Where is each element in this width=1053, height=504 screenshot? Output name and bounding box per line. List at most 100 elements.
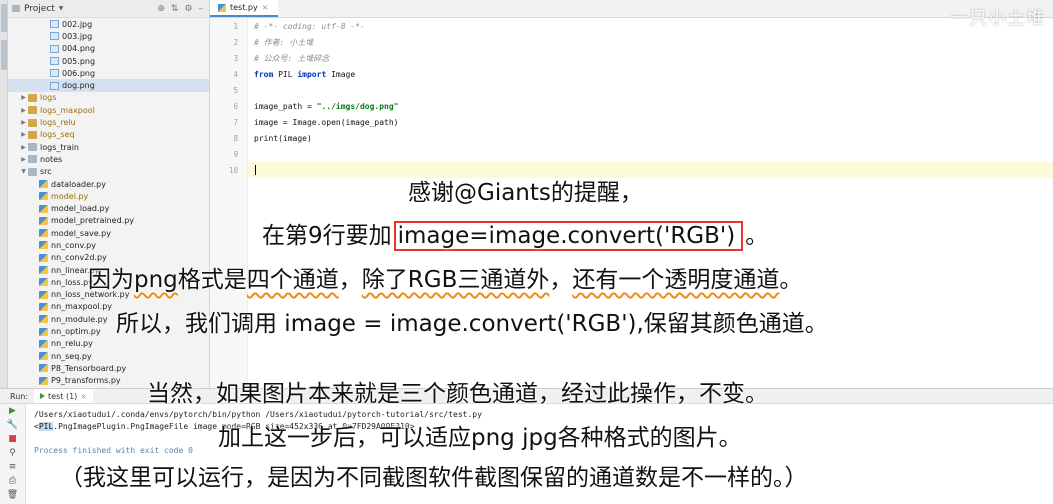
line-number: 9 xyxy=(233,149,238,159)
annotation-line-6: 加上这一步后，可以适应png jpg各种格式的图片。 xyxy=(218,425,742,451)
print-icon[interactable]: ⎙ xyxy=(0,474,25,488)
tree-item-label: nn_conv.py xyxy=(51,240,96,250)
tree-item[interactable]: model_save.py xyxy=(8,227,209,239)
code-line[interactable]: 7 image = Image.open(image_path) xyxy=(233,114,1053,130)
tree-item[interactable]: dataloader.py xyxy=(8,178,209,190)
trash-icon[interactable]: 🗑 xyxy=(0,488,25,502)
run-toolbar: ▶ 🔧 ■ ⚲ ≡ ⎙ 🗑 xyxy=(0,404,26,504)
code-line[interactable]: 9 xyxy=(233,146,1053,162)
code-text: image = Image.open(image_path) xyxy=(248,118,399,127)
tree-item[interactable]: nn_relu.py xyxy=(8,338,209,350)
annotation-line-7: （我这里可以运行，是因为不同截图软件截图保留的通道数是不一样的。） xyxy=(60,465,808,491)
tree-item-label: P8_Tensorboard.py xyxy=(51,363,127,373)
tree-item[interactable]: 005.png xyxy=(8,55,209,67)
folder-icon xyxy=(28,167,37,176)
code-line[interactable]: 8 print(image) xyxy=(233,130,1053,146)
code-token: PIL xyxy=(278,69,298,79)
tree-item[interactable]: 002.jpg xyxy=(8,18,209,30)
close-icon[interactable]: × xyxy=(80,392,87,401)
rerun-icon[interactable]: ▶ xyxy=(0,404,25,418)
code-token: from xyxy=(254,69,279,79)
chevron-right-icon[interactable]: ▶ xyxy=(19,131,28,138)
wrench-icon[interactable]: 🔧 xyxy=(0,418,25,432)
annotation-line-2-post: 。 xyxy=(745,223,769,249)
line-number: 4 xyxy=(233,69,238,79)
chevron-right-icon[interactable]: ▶ xyxy=(19,156,28,163)
tree-item-label: P9_transforms.py xyxy=(51,376,121,386)
structure-tool-tab[interactable] xyxy=(1,40,7,70)
image-file-icon xyxy=(50,44,59,53)
folder-icon xyxy=(28,93,37,102)
code-line[interactable]: 5 xyxy=(233,82,1053,98)
python-file-icon xyxy=(39,266,48,275)
code-line[interactable]: 10 xyxy=(229,162,1053,178)
tree-item[interactable]: ▶ logs_maxpool xyxy=(8,104,209,116)
code-line[interactable]: 2 # 作者: 小土堆 xyxy=(233,34,1053,50)
code-line[interactable]: 3 # 公众号: 土堆碎念 xyxy=(233,50,1053,66)
text-segment: 格式是 xyxy=(177,267,247,293)
tree-item-label: dog.png xyxy=(62,81,95,91)
code-token: image_path = xyxy=(254,101,317,111)
tree-item[interactable]: ▶ notes xyxy=(8,153,209,165)
python-file-icon xyxy=(39,204,48,213)
scroll-end-icon[interactable]: ≡ xyxy=(0,460,25,474)
line-number: 1 xyxy=(233,21,238,31)
project-title[interactable]: Project xyxy=(24,4,55,14)
tree-item[interactable]: 004.png xyxy=(8,43,209,55)
run-tab-label: test (1) xyxy=(48,391,78,401)
project-tool-tab[interactable] xyxy=(1,4,7,32)
tree-item-label: dataloader.py xyxy=(51,179,106,189)
tree-item[interactable]: ▶ logs_train xyxy=(8,141,209,153)
tree-item[interactable]: nn_conv.py xyxy=(8,239,209,251)
tab-test-py[interactable]: test.py × xyxy=(210,0,279,17)
code-token: # 公众号: 土堆碎念 xyxy=(254,53,330,63)
tree-item[interactable]: model.py xyxy=(8,190,209,202)
close-icon[interactable]: × xyxy=(262,3,269,12)
tree-item[interactable]: model_pretrained.py xyxy=(8,215,209,227)
hide-icon[interactable]: – xyxy=(199,4,204,14)
tree-item[interactable]: ▶ logs_relu xyxy=(8,116,209,128)
chevron-right-icon[interactable]: ▶ xyxy=(19,107,28,114)
chevron-right-icon[interactable]: ▶ xyxy=(19,119,28,126)
text-cursor xyxy=(255,165,256,175)
tree-item[interactable]: P8_Tensorboard.py xyxy=(8,362,209,374)
tree-item[interactable]: ▶ logs_seq xyxy=(8,129,209,141)
folder-icon xyxy=(28,106,37,115)
image-file-icon xyxy=(50,81,59,90)
chevron-down-icon[interactable]: ▼ xyxy=(19,168,28,175)
code-line[interactable]: 1 # -*- coding: utf-8 -*- xyxy=(233,18,1053,34)
tree-item[interactable]: ▶ logs xyxy=(8,92,209,104)
annotation-line-1: 感谢@Giants的提醒， xyxy=(408,180,643,206)
tree-item[interactable]: dog.png xyxy=(8,79,209,92)
text-segment: ， xyxy=(549,267,573,293)
line-number: 2 xyxy=(233,37,238,47)
chevron-right-icon[interactable]: ▶ xyxy=(19,94,28,101)
python-file-icon xyxy=(39,302,48,311)
locate-icon[interactable]: ⊕ xyxy=(157,4,165,14)
code-line[interactable]: 4 from PIL import Image xyxy=(233,66,1053,82)
line-number: 5 xyxy=(233,85,238,95)
code-line[interactable]: 6 image_path = "../imgs/dog.png" xyxy=(233,98,1053,114)
underlined-four-channels: 四个通道 xyxy=(246,267,339,293)
tree-item-label: nn_relu.py xyxy=(51,339,93,349)
code-text: # 作者: 小土堆 xyxy=(248,37,313,48)
chevron-right-icon[interactable]: ▶ xyxy=(19,144,28,151)
tree-item[interactable]: model_load.py xyxy=(8,202,209,214)
tree-item[interactable]: ▼ src xyxy=(8,166,209,178)
tree-item[interactable]: nn_seq.py xyxy=(8,350,209,362)
tree-item[interactable]: 003.jpg xyxy=(8,30,209,42)
dropdown-icon[interactable]: ▼ xyxy=(59,5,64,12)
collapse-icon[interactable]: ⇅ xyxy=(171,4,179,14)
tree-item-label: nn_module.py xyxy=(51,314,108,324)
run-tab[interactable]: test (1) × xyxy=(34,389,93,403)
pin-icon[interactable]: ⚲ xyxy=(0,446,25,460)
line-number: 8 xyxy=(233,133,238,143)
tree-item[interactable]: 006.png xyxy=(8,67,209,79)
line-number: 7 xyxy=(233,117,238,127)
python-file-icon xyxy=(39,376,48,385)
python-file-icon xyxy=(39,278,48,287)
gear-icon[interactable]: ⚙ xyxy=(184,4,192,14)
image-file-icon xyxy=(50,32,59,41)
stop-icon[interactable]: ■ xyxy=(0,432,25,446)
code-text: # -*- coding: utf-8 -*- xyxy=(248,22,365,31)
